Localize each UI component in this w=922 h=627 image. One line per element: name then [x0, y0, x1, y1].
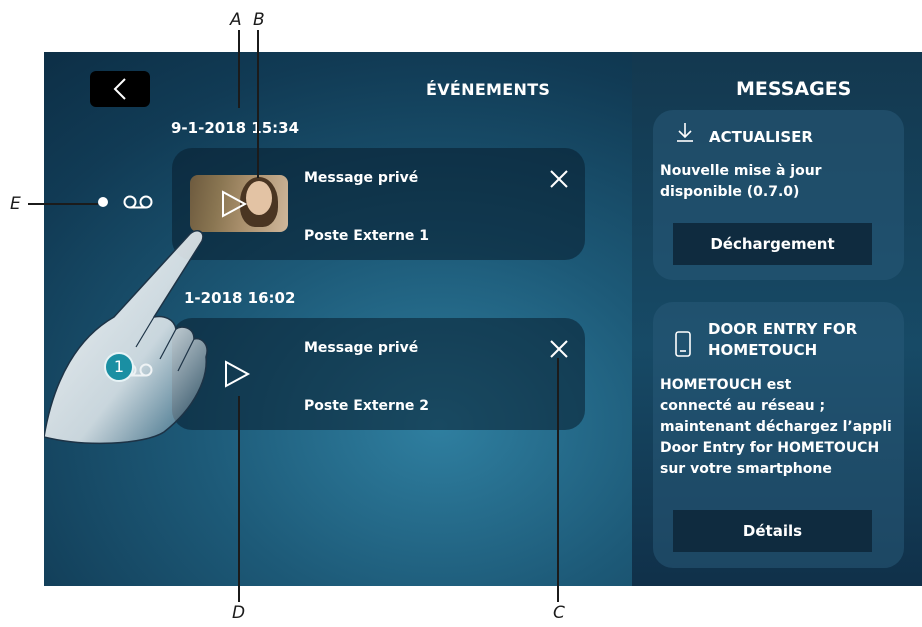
- hand-pointer-illustration: [44, 230, 208, 445]
- event-title: Message privé: [304, 340, 419, 356]
- event-title: Message privé: [304, 170, 419, 186]
- play-icon[interactable]: [223, 359, 251, 389]
- annotation-e: E: [10, 194, 21, 214]
- door-entry-text-line: maintenant déchargez l’appli: [660, 419, 892, 435]
- download-icon: [677, 123, 693, 142]
- door-entry-card: DOOR ENTRY FOR HOMETOUCH HOMETOUCH est c…: [653, 302, 904, 568]
- back-button[interactable]: [90, 71, 150, 107]
- event-source: Poste Externe 1: [304, 228, 430, 244]
- annotation-line-d: [238, 396, 240, 602]
- annotation-line-b: [257, 30, 259, 178]
- annotation-c: C: [553, 603, 565, 623]
- door-entry-title-line: DOOR ENTRY FOR: [708, 320, 858, 338]
- annotation-d: D: [232, 603, 246, 623]
- door-entry-text-line: Door Entry for HOMETOUCH: [660, 440, 880, 456]
- close-icon[interactable]: [549, 169, 569, 189]
- door-entry-text-line: HOMETOUCH est: [660, 377, 792, 393]
- door-entry-text-line: connecté au réseau ;: [660, 398, 826, 414]
- annotation-line-a: [238, 30, 240, 108]
- annotation-b: B: [253, 10, 265, 30]
- door-entry-title: DOOR ENTRY FOR HOMETOUCH: [708, 319, 857, 361]
- event-card[interactable]: Message privé Poste Externe 2: [172, 318, 585, 430]
- event-card[interactable]: Message privé Poste Externe 1: [172, 148, 585, 260]
- door-entry-text-line: sur votre smartphone: [660, 461, 832, 477]
- play-icon: [222, 190, 248, 218]
- door-entry-text: HOMETOUCH est connecté au réseau ; maint…: [660, 375, 892, 480]
- event-date: 9-1-2018 15:34: [171, 119, 300, 137]
- annotation-a: A: [230, 10, 242, 30]
- update-title: ACTUALISER: [709, 128, 813, 146]
- smartphone-icon: [675, 331, 691, 357]
- chevron-left-icon: [113, 78, 126, 100]
- messages-title: MESSAGES: [736, 78, 852, 100]
- details-button[interactable]: Détails: [673, 510, 872, 552]
- step-badge: 1: [104, 352, 134, 382]
- events-title: ÉVÉNEMENTS: [426, 80, 551, 99]
- device-screen: ÉVÉNEMENTS MESSAGES 9-1-2018 15:34 Messa…: [44, 52, 922, 586]
- annotation-line-e: [28, 203, 98, 205]
- update-card: ACTUALISER Nouvelle mise à jour disponib…: [653, 110, 904, 280]
- download-button[interactable]: Déchargement: [673, 223, 872, 265]
- door-entry-title-line: HOMETOUCH: [708, 341, 818, 359]
- event-source: Poste Externe 2: [304, 398, 430, 414]
- update-text-line: Nouvelle mise à jour: [660, 163, 822, 179]
- update-text: Nouvelle mise à jour disponible (0.7.0): [660, 161, 822, 203]
- update-text-line: disponible (0.7.0): [660, 184, 800, 200]
- person-face: [246, 181, 272, 215]
- annotation-line-c: [557, 358, 559, 602]
- close-icon[interactable]: [549, 339, 569, 359]
